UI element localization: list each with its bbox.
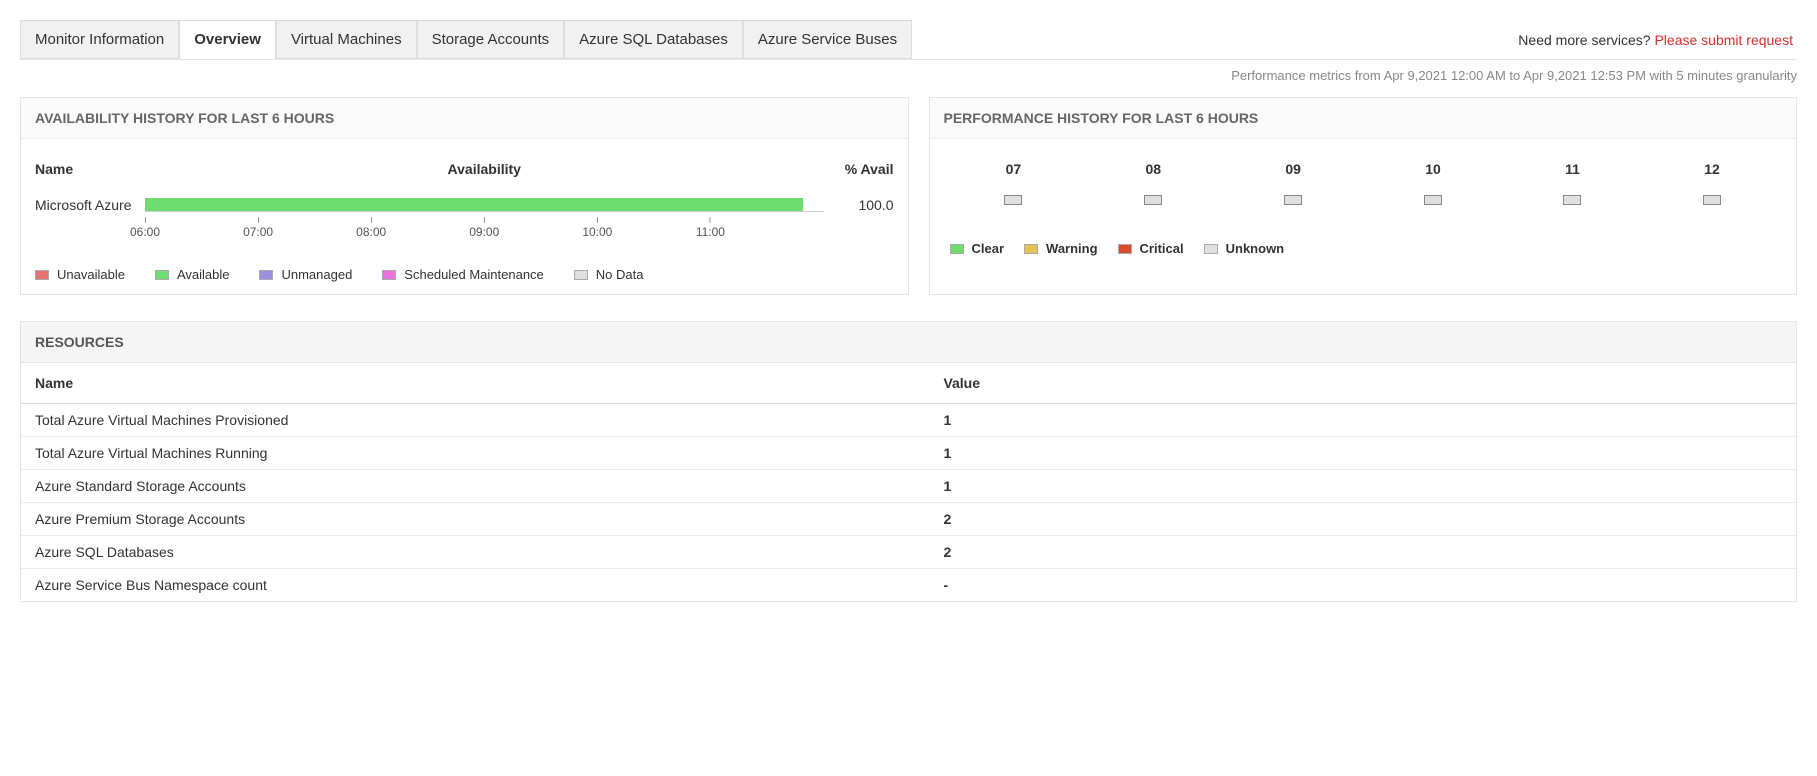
resource-value: 2 [943,544,1782,560]
availability-time-axis: 06:0007:0008:0009:0010:0011:00 [145,217,824,247]
resource-row: Azure Service Bus Namespace count- [21,569,1796,601]
resources-panel: RESOURCES Name Value Total Azure Virtual… [20,321,1797,602]
performance-hour-box[interactable] [1284,195,1302,205]
performance-hour-label: 10 [1425,161,1441,177]
performance-legend: Clear Warning Critical Unknown [944,231,1783,262]
resource-row: Total Azure Virtual Machines Running1 [21,437,1796,470]
resource-value: - [943,577,1782,593]
request-services: Need more services? Please submit reques… [1518,32,1793,48]
resource-name: Azure SQL Databases [35,544,943,560]
performance-hour-label: 12 [1704,161,1720,177]
performance-hours: 07 08 09 10 11 12 [944,151,1783,195]
performance-hour-label: 07 [1006,161,1022,177]
availability-tick: 07:00 [243,217,273,239]
availability-bar-fill [145,198,803,212]
performance-panel: PERFORMANCE HISTORY FOR LAST 6 HOURS 070… [929,97,1798,295]
performance-hour-box[interactable] [1424,195,1442,205]
tab-azure-service-buses[interactable]: Azure Service Buses [743,20,912,59]
availability-header-name: Name [35,161,145,177]
availability-panel: AVAILABILITY HISTORY FOR LAST 6 HOURS Na… [20,97,909,295]
legend-clear: Clear [950,241,1005,256]
request-prefix: Need more services? [1518,32,1654,48]
resource-value: 1 [943,445,1782,461]
performance-hour-box[interactable] [1563,195,1581,205]
availability-tick: 11:00 [696,217,725,239]
availability-bar [145,198,824,212]
resource-row: Azure SQL Databases2 [21,536,1796,569]
resource-name: Azure Premium Storage Accounts [35,511,943,527]
legend-unmanaged: Unmanaged [259,267,352,282]
legend-no-data: No Data [574,267,644,282]
availability-header-avail: Availability [145,161,824,177]
resource-row: Azure Premium Storage Accounts2 [21,503,1796,536]
resource-value: 2 [943,511,1782,527]
performance-hour-label: 11 [1565,161,1580,177]
availability-row-pct: 100.0 [824,197,894,213]
tab-storage-accounts[interactable]: Storage Accounts [417,20,565,59]
availability-title: AVAILABILITY HISTORY FOR LAST 6 HOURS [21,98,908,139]
availability-tick: 10:00 [582,217,612,239]
performance-hour-label: 09 [1285,161,1301,177]
legend-unknown: Unknown [1204,241,1285,256]
tab-overview[interactable]: Overview [179,20,276,59]
legend-available: Available [155,267,230,282]
resource-name: Total Azure Virtual Machines Running [35,445,943,461]
resources-header-value: Value [943,375,1782,391]
performance-hour-box[interactable] [1144,195,1162,205]
performance-hour-box[interactable] [1703,195,1721,205]
availability-legend: Unavailable Available Unmanaged Schedule… [35,267,894,282]
resource-name: Total Azure Virtual Machines Provisioned [35,412,943,428]
availability-tick: 06:00 [130,217,160,239]
performance-title: PERFORMANCE HISTORY FOR LAST 6 HOURS [930,98,1797,139]
resource-name: Azure Service Bus Namespace count [35,577,943,593]
legend-unavailable: Unavailable [35,267,125,282]
resource-row: Total Azure Virtual Machines Provisioned… [21,404,1796,437]
tab-azure-sql-databases[interactable]: Azure SQL Databases [564,20,743,59]
availability-tick: 09:00 [469,217,499,239]
metrics-range-text: Performance metrics from Apr 9,2021 12:0… [20,68,1797,83]
resource-value: 1 [943,478,1782,494]
tab-virtual-machines[interactable]: Virtual Machines [276,20,417,59]
submit-request-link[interactable]: Please submit request [1654,32,1793,48]
availability-header-pct: % Avail [824,161,894,177]
performance-boxes [944,195,1783,231]
resource-name: Azure Standard Storage Accounts [35,478,943,494]
performance-hour-label: 08 [1146,161,1162,177]
tab-monitor-information[interactable]: Monitor Information [20,20,179,59]
legend-scheduled-maintenance: Scheduled Maintenance [382,267,544,282]
resource-row: Azure Standard Storage Accounts1 [21,470,1796,503]
legend-warning: Warning [1024,241,1098,256]
resources-header-name: Name [35,375,943,391]
resources-title: RESOURCES [21,322,1796,363]
tabbar: Monitor Information Overview Virtual Mac… [20,20,1797,60]
availability-row-name: Microsoft Azure [35,197,145,213]
availability-tick: 08:00 [356,217,386,239]
performance-hour-box[interactable] [1004,195,1022,205]
legend-critical: Critical [1118,241,1184,256]
resource-value: 1 [943,412,1782,428]
